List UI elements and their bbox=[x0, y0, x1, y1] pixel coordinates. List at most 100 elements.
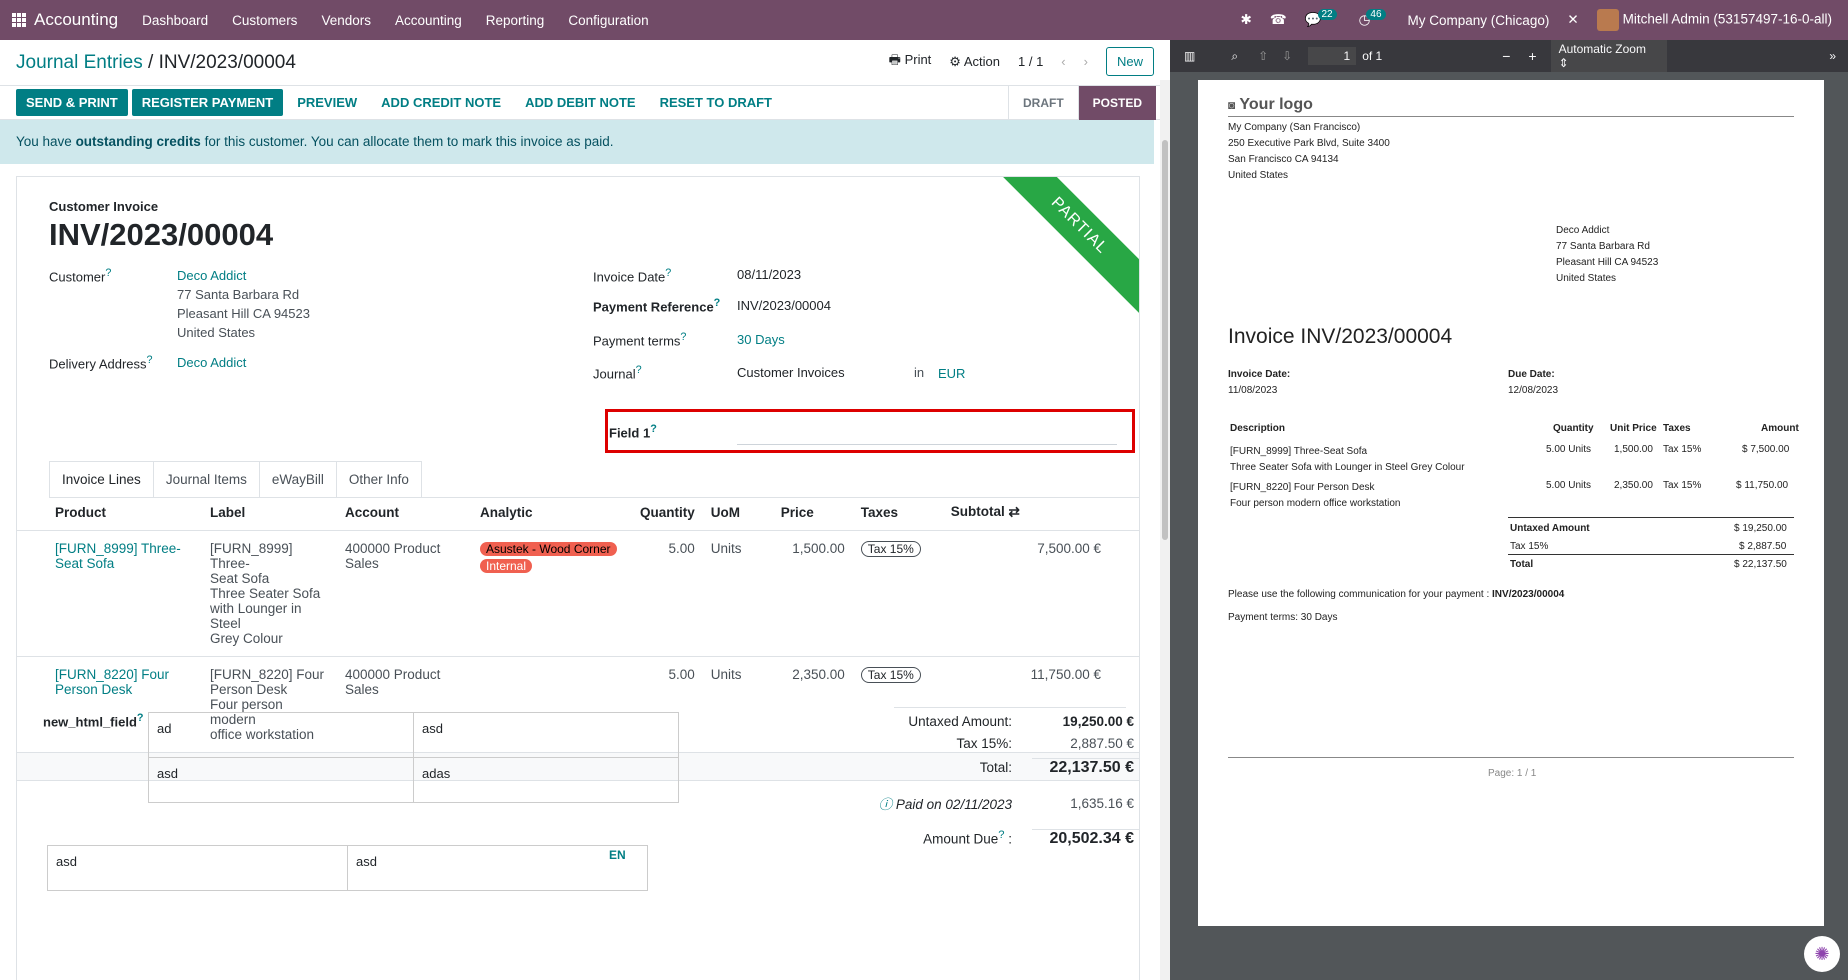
next-page-icon[interactable]: ⇩ bbox=[1282, 49, 1292, 63]
pdf-tax-label: Tax 15% bbox=[1510, 541, 1549, 552]
html-cell[interactable]: asd bbox=[413, 712, 679, 758]
pdf-row-desc: [FURN_8999] Three-Seat Sofa Three Seater … bbox=[1230, 444, 1465, 476]
new-button[interactable]: New bbox=[1105, 47, 1154, 76]
user-menu[interactable]: Mitchell Admin (53157497-16-0-all) bbox=[1596, 9, 1832, 31]
pager-next-icon[interactable]: › bbox=[1084, 54, 1088, 69]
line-price[interactable]: 1,500.00 bbox=[772, 530, 853, 657]
add-debit-note-button[interactable]: ADD DEBIT NOTE bbox=[515, 89, 646, 116]
pager-value[interactable]: 1 / 1 bbox=[1018, 54, 1043, 69]
stage-draft[interactable]: DRAFT bbox=[1007, 86, 1078, 120]
pdf-invoice-date-label: Invoice Date: bbox=[1228, 369, 1291, 380]
tab-other-info[interactable]: Other Info bbox=[335, 461, 422, 497]
menu-customers[interactable]: Customers bbox=[232, 13, 297, 28]
html-field-table-2[interactable]: asd asd bbox=[47, 845, 648, 891]
optional-columns-icon[interactable]: ⇄ bbox=[1009, 504, 1020, 519]
find-icon[interactable]: ⌕ bbox=[1231, 49, 1238, 64]
html-field-table[interactable]: ad asd asd adas bbox=[148, 712, 679, 803]
menu-configuration[interactable]: Configuration bbox=[568, 13, 648, 28]
pdf-page-footer: Page: 1 / 1 bbox=[1488, 768, 1537, 779]
form-scrollbar[interactable] bbox=[1160, 80, 1170, 980]
col-uom[interactable]: UoM bbox=[702, 494, 773, 531]
payment-terms-field[interactable]: 30 Days bbox=[737, 332, 785, 347]
tab-invoice-lines[interactable]: Invoice Lines bbox=[49, 461, 154, 497]
sidebar-toggle-icon[interactable]: ▥ bbox=[1184, 49, 1195, 63]
prev-page-icon[interactable]: ⇧ bbox=[1258, 49, 1268, 63]
line-label[interactable]: [FURN_8999] Three- Seat Sofa Three Seater … bbox=[202, 530, 337, 657]
pdf-preview-pane: ▥ ⌕ ⇧ ⇩ 1 of 1 − + Automatic Zoom ⇕ » ◙ … bbox=[1170, 40, 1848, 980]
customer-address-3: United States bbox=[177, 325, 256, 340]
line-taxes[interactable]: Tax 15% bbox=[852, 530, 943, 657]
info-icon[interactable]: ⓘ bbox=[879, 797, 893, 812]
col-quantity[interactable]: Quantity bbox=[632, 494, 703, 531]
pdf-logo-text: Your logo bbox=[1239, 96, 1313, 113]
payment-reference-field[interactable]: INV/2023/00004 bbox=[737, 298, 831, 313]
line-quantity[interactable]: 5.00 bbox=[632, 530, 703, 657]
col-price[interactable]: Price bbox=[772, 494, 853, 531]
field1-input[interactable] bbox=[737, 435, 1117, 445]
zoom-select[interactable]: Automatic Zoom ⇕ bbox=[1550, 40, 1667, 72]
scrollbar-thumb[interactable] bbox=[1162, 140, 1168, 540]
journal-field[interactable]: Customer Invoices bbox=[737, 365, 845, 380]
table-row[interactable]: [FURN_8999] Three-Seat Sofa [FURN_8999] … bbox=[17, 530, 1139, 657]
app-brand[interactable]: Accounting bbox=[34, 10, 118, 30]
menu-accounting[interactable]: Accounting bbox=[395, 13, 462, 28]
more-tools-icon[interactable]: » bbox=[1829, 49, 1836, 63]
tab-ewaybill[interactable]: eWayBill bbox=[258, 461, 337, 497]
customer-field[interactable]: Deco Addict bbox=[177, 268, 246, 283]
col-label[interactable]: Label bbox=[202, 494, 337, 531]
paid-label-text: Paid on 02/11/2023 bbox=[895, 797, 1012, 812]
tab-journal-items[interactable]: Journal Items bbox=[152, 461, 260, 497]
invoice-date-field[interactable]: 08/11/2023 bbox=[737, 267, 801, 282]
register-payment-button[interactable]: REGISTER PAYMENT bbox=[131, 89, 284, 116]
phone-icon[interactable]: ☎ bbox=[1270, 12, 1287, 28]
menu-dashboard[interactable]: Dashboard bbox=[142, 13, 208, 28]
menu-vendors[interactable]: Vendors bbox=[321, 13, 371, 28]
col-analytic[interactable]: Analytic bbox=[472, 494, 632, 531]
line-account[interactable]: 400000 Product Sales bbox=[337, 530, 472, 657]
html-cell[interactable]: ad bbox=[148, 712, 414, 758]
html-cell[interactable]: asd bbox=[148, 757, 414, 803]
pager-prev-icon[interactable]: ‹ bbox=[1061, 54, 1065, 69]
line-product[interactable]: [FURN_8999] Three-Seat Sofa bbox=[17, 530, 202, 657]
delivery-address-field[interactable]: Deco Addict bbox=[177, 355, 246, 370]
col-product[interactable]: Product bbox=[17, 494, 202, 531]
html-cell[interactable]: asd bbox=[347, 845, 648, 891]
line-analytic[interactable]: Asustek - Wood Corner Internal bbox=[472, 530, 632, 657]
col-account[interactable]: Account bbox=[337, 494, 472, 531]
add-credit-note-button[interactable]: ADD CREDIT NOTE bbox=[371, 89, 511, 116]
zoom-in-icon[interactable]: + bbox=[1528, 48, 1536, 64]
html-cell[interactable]: adas bbox=[413, 757, 679, 803]
breadcrumb-parent[interactable]: Journal Entries bbox=[16, 52, 143, 73]
apps-menu-icon[interactable] bbox=[12, 13, 26, 27]
pdf-total-rule bbox=[1508, 554, 1794, 555]
delivery-address-label-text: Delivery Address bbox=[49, 356, 147, 372]
outstanding-credits-alert: You have outstanding credits for this cu… bbox=[0, 120, 1154, 164]
untaxed-row: Untaxed Amount: 19,250.00 € bbox=[722, 710, 1139, 732]
lang-button[interactable]: EN bbox=[609, 848, 626, 862]
ai-assistant-icon[interactable]: ✺ bbox=[1804, 936, 1840, 972]
pdf-invoice-date: 11/08/2023 bbox=[1228, 385, 1278, 396]
pdf-customer-line: United States bbox=[1556, 273, 1617, 284]
print-button[interactable]: 🖶 Print bbox=[889, 51, 932, 73]
pdf-company-line: 250 Executive Park Blvd, Suite 3400 bbox=[1228, 138, 1390, 149]
line-uom[interactable]: Units bbox=[702, 530, 773, 657]
page-number-input[interactable]: 1 bbox=[1308, 47, 1357, 65]
breadcrumb: Journal Entries / INV/2023/00004 bbox=[16, 52, 296, 74]
bug-icon[interactable]: ✱ bbox=[1241, 12, 1252, 28]
company-switcher[interactable]: My Company (Chicago) bbox=[1408, 13, 1550, 28]
activity-icon[interactable]: ◷46 bbox=[1359, 9, 1390, 28]
preview-button[interactable]: PREVIEW bbox=[287, 89, 367, 116]
zoom-out-icon[interactable]: − bbox=[1502, 48, 1510, 64]
action-button[interactable]: ⚙ Action bbox=[949, 54, 1000, 70]
col-taxes[interactable]: Taxes bbox=[852, 494, 943, 531]
menu-reporting[interactable]: Reporting bbox=[486, 13, 545, 28]
col-subtotal[interactable]: Subtotal ⇄ bbox=[942, 494, 1139, 531]
pdf-due-date: 12/08/2023 bbox=[1508, 385, 1559, 396]
chat-icon[interactable]: 💬22 bbox=[1305, 9, 1341, 28]
send-print-button[interactable]: SEND & PRINT bbox=[16, 89, 128, 116]
alert-text-bold[interactable]: outstanding credits bbox=[76, 134, 201, 149]
reset-to-draft-button[interactable]: RESET TO DRAFT bbox=[650, 89, 782, 116]
currency-field[interactable]: EUR bbox=[938, 366, 965, 381]
html-cell[interactable]: asd bbox=[47, 845, 348, 891]
settings-tools-icon[interactable]: ✕ bbox=[1567, 12, 1578, 28]
